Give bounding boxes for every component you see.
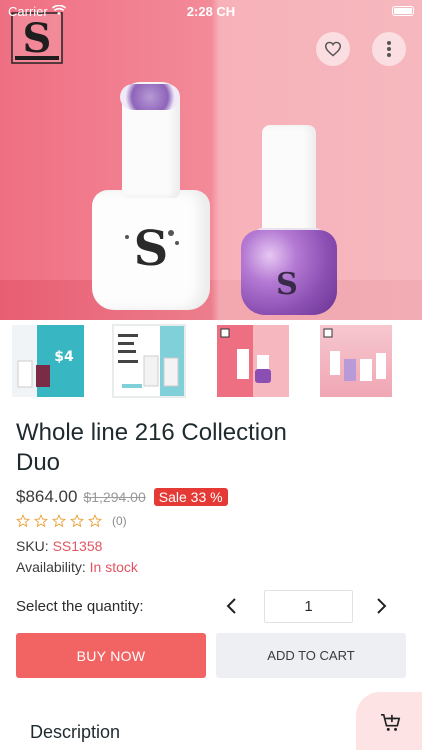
status-bar: Carrier 2:28 CH — [0, 0, 422, 22]
sku-label: SKU: — [16, 538, 49, 554]
battery-icon — [392, 6, 414, 16]
bottle-glitter-top — [120, 84, 180, 110]
availability-label: Availability: — [16, 559, 86, 575]
heart-outline-icon — [324, 41, 342, 57]
chevron-right-icon[interactable] — [371, 596, 391, 616]
original-price: $1,294.00 — [83, 489, 146, 505]
svg-text:S: S — [23, 15, 52, 62]
sku-value: SS1358 — [52, 538, 103, 554]
product-title: Whole line 216 Collection Duo — [16, 419, 287, 476]
add-cart-icon — [381, 714, 401, 731]
sku-row: SKU: SS1358 — [16, 538, 102, 554]
hero-floor — [0, 280, 422, 320]
description-heading[interactable]: Description — [30, 722, 120, 743]
thumbnail-3[interactable] — [217, 325, 289, 397]
thumbnail-1[interactable]: $4 — [12, 325, 84, 397]
clock-label: 2:28 CH — [186, 4, 236, 19]
quantity-label: Select the quantity: — [16, 598, 144, 615]
current-price: $864.00 — [16, 487, 78, 506]
bottle-glitter-cap — [262, 125, 316, 235]
thumbnail-1-price: $4 — [54, 349, 74, 365]
review-count: (0) — [112, 514, 127, 528]
star-outline-icon — [16, 514, 30, 528]
chevron-left-icon[interactable] — [222, 596, 242, 616]
buy-now-button[interactable]: BUY NOW — [16, 633, 206, 678]
thumbnail-2-art — [114, 326, 184, 396]
star-outline-icon — [52, 514, 66, 528]
bottle-logo-icon: S — [125, 221, 179, 277]
availability-row: Availability: In stock — [16, 559, 138, 575]
availability-value: In stock — [89, 559, 138, 575]
price-row: $864.00 $1,294.00 Sale 33 % — [16, 486, 228, 508]
thumbnail-2[interactable] — [113, 325, 185, 397]
add-to-cart-button[interactable]: ADD TO CART — [216, 633, 406, 678]
thumbnail-strip: $4 — [0, 320, 422, 402]
more-options-button[interactable] — [372, 32, 406, 66]
star-outline-icon — [70, 514, 84, 528]
quantity-input[interactable]: 1 — [264, 590, 353, 623]
svg-text:S: S — [134, 221, 169, 277]
thumbnail-3-art — [220, 328, 271, 383]
more-vertical-icon — [387, 41, 391, 57]
star-outline-icon — [88, 514, 102, 528]
rating-row[interactable]: (0) — [16, 512, 127, 530]
cart-fab-button[interactable] — [356, 692, 422, 750]
bottle2-logo-icon: S — [276, 267, 298, 302]
thumbnail-4[interactable] — [320, 325, 392, 397]
favorite-button[interactable] — [316, 32, 350, 66]
svg-text:S: S — [276, 267, 298, 302]
star-outline-icon — [34, 514, 48, 528]
thumbnail-1-art: $4 — [17, 349, 74, 388]
product-detail-screen: S S S Carrier 2:28 CH $4 Whole line 216 … — [0, 0, 422, 750]
sale-badge: Sale 33 % — [153, 488, 228, 506]
thumbnail-4-art — [323, 328, 386, 381]
product-hero-image[interactable]: S S S Carrier 2:28 CH — [0, 0, 422, 320]
